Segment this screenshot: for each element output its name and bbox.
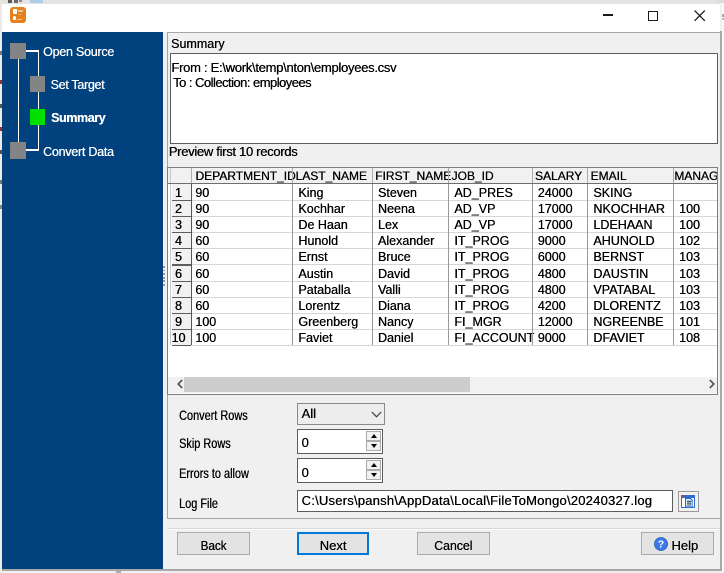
svg-text:?: ? xyxy=(658,538,664,550)
